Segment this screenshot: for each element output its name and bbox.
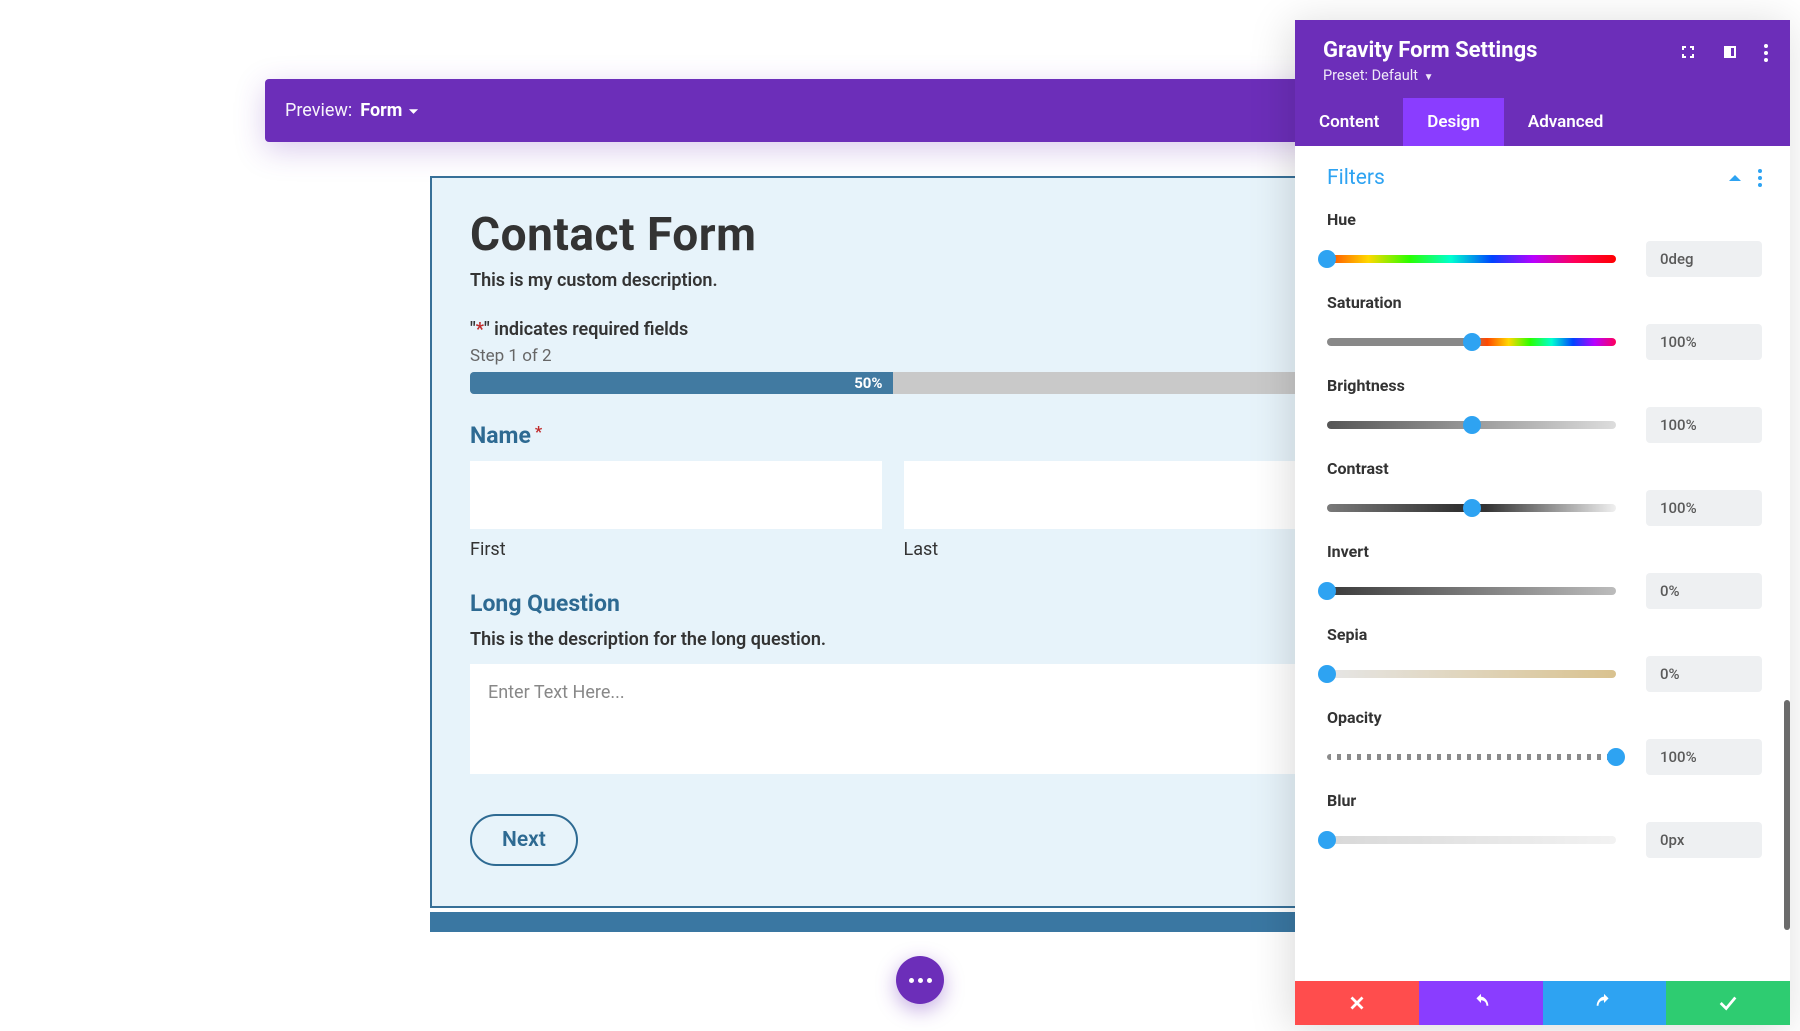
first-name-input[interactable] [470,461,882,529]
settings-panel: Gravity Form Settings Preset: Default ▼ … [1295,20,1790,1025]
scrollbar-thumb[interactable] [1784,700,1790,930]
dots-icon [909,978,914,983]
panel-header: Gravity Form Settings Preset: Default ▼ [1295,20,1790,98]
slider-thumb[interactable] [1463,333,1481,351]
slider-thumb[interactable] [1318,831,1336,849]
filter-slider[interactable] [1327,504,1616,512]
filter-row: Brightness 100% [1295,366,1790,449]
slider-thumb[interactable] [1463,416,1481,434]
filter-slider[interactable] [1327,754,1616,760]
required-fields-note: "*" indicates required fields [470,319,1315,340]
chevron-up-icon[interactable] [1728,173,1742,183]
tab-advanced[interactable]: Advanced [1504,98,1628,146]
filter-label: Sepia [1327,625,1762,644]
filter-value-input[interactable]: 100% [1646,739,1762,775]
form-preview-card: Contact Form This is my custom descripti… [430,176,1355,908]
filter-row: Sepia 0% [1295,615,1790,698]
filter-value-input[interactable]: 0deg [1646,241,1762,277]
section-more-icon[interactable] [1758,169,1762,187]
panel-title: Gravity Form Settings [1323,38,1537,63]
filter-slider[interactable] [1327,255,1616,263]
filter-value-input[interactable]: 100% [1646,407,1762,443]
form-title: Contact Form [470,208,1315,262]
last-name-sublabel: Last [904,539,1316,560]
filter-value-input[interactable]: 100% [1646,324,1762,360]
filter-slider[interactable] [1327,421,1616,429]
slider-thumb[interactable] [1607,748,1625,766]
progress-fill: 50% [470,372,893,394]
filter-label: Brightness [1327,376,1762,395]
filter-label: Hue [1327,210,1762,229]
name-field-label: Name* [470,422,1315,449]
more-icon[interactable] [1764,44,1768,62]
close-button[interactable] [1295,981,1419,1025]
filter-value-input[interactable]: 0px [1646,822,1762,858]
filter-label: Invert [1327,542,1762,561]
next-button[interactable]: Next [470,814,578,866]
required-asterisk-icon: * [535,422,542,441]
long-question-textarea[interactable] [470,664,1315,774]
long-question-label: Long Question [470,590,1315,617]
tab-content[interactable]: Content [1295,98,1403,146]
undo-button[interactable] [1419,981,1543,1025]
dock-icon[interactable] [1722,44,1738,64]
slider-thumb[interactable] [1463,499,1481,517]
asterisk-icon: * [476,319,484,340]
long-question-description: This is the description for the long que… [470,629,1315,650]
preview-label: Preview: [285,100,352,121]
filter-row: Invert 0% [1295,532,1790,615]
slider-thumb[interactable] [1318,582,1336,600]
filters-section-title[interactable]: Filters [1327,166,1385,190]
filter-label: Contrast [1327,459,1762,478]
more-actions-fab[interactable] [896,956,944,1004]
filter-value-input[interactable]: 0% [1646,656,1762,692]
filter-row: Blur 0px [1295,781,1790,864]
filter-row: Opacity 100% [1295,698,1790,781]
step-indicator: Step 1 of 2 [470,346,1315,366]
slider-thumb[interactable] [1318,250,1336,268]
filter-row: Saturation 100% [1295,283,1790,366]
filter-slider[interactable] [1327,338,1616,346]
preset-dropdown[interactable]: Preset: Default ▼ [1323,67,1537,84]
redo-button[interactable] [1543,981,1667,1025]
preview-dropdown[interactable]: Form [360,100,402,121]
form-bottom-accent [430,912,1355,932]
panel-body: Filters Hue 0deg Saturation 100% Brightn… [1295,146,1790,981]
first-name-sublabel: First [470,539,882,560]
filter-label: Saturation [1327,293,1762,312]
last-name-input[interactable] [904,461,1316,529]
slider-thumb[interactable] [1318,665,1336,683]
caret-down-icon[interactable] [408,100,419,121]
progress-bar: 50% [470,372,1315,394]
form-description: This is my custom description. [470,270,1315,291]
tab-design[interactable]: Design [1403,98,1504,146]
filter-value-input[interactable]: 100% [1646,490,1762,526]
filter-slider[interactable] [1327,670,1616,678]
save-button[interactable] [1666,981,1790,1025]
fullscreen-icon[interactable] [1680,44,1696,64]
panel-tabs: Content Design Advanced [1295,98,1790,146]
filter-label: Opacity [1327,708,1762,727]
filter-slider[interactable] [1327,836,1616,844]
filter-label: Blur [1327,791,1762,810]
panel-footer [1295,981,1790,1025]
filter-value-input[interactable]: 0% [1646,573,1762,609]
filter-row: Contrast 100% [1295,449,1790,532]
filter-row: Hue 0deg [1295,200,1790,283]
filter-slider[interactable] [1327,587,1616,595]
